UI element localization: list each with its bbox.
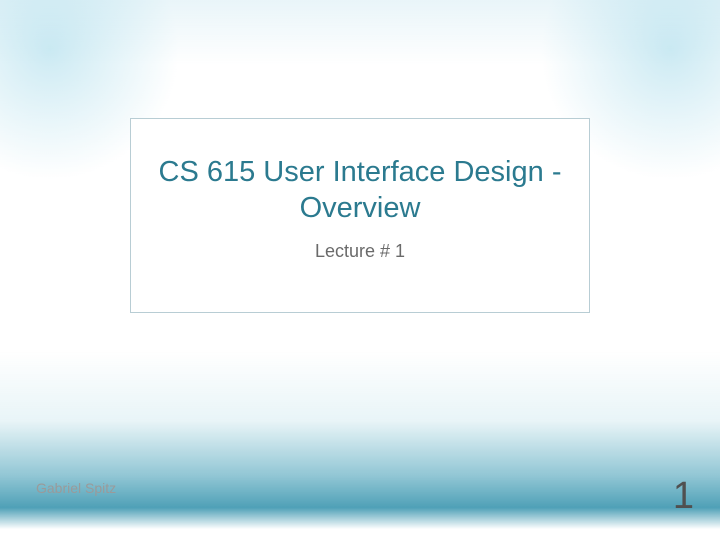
slide-title: CS 615 User Interface Design - Overview — [151, 154, 569, 227]
page-number: 1 — [673, 475, 694, 518]
slide-subtitle: Lecture # 1 — [151, 241, 569, 262]
author-name: Gabriel Spitz — [36, 480, 116, 496]
title-container: CS 615 User Interface Design - Overview … — [130, 118, 590, 313]
